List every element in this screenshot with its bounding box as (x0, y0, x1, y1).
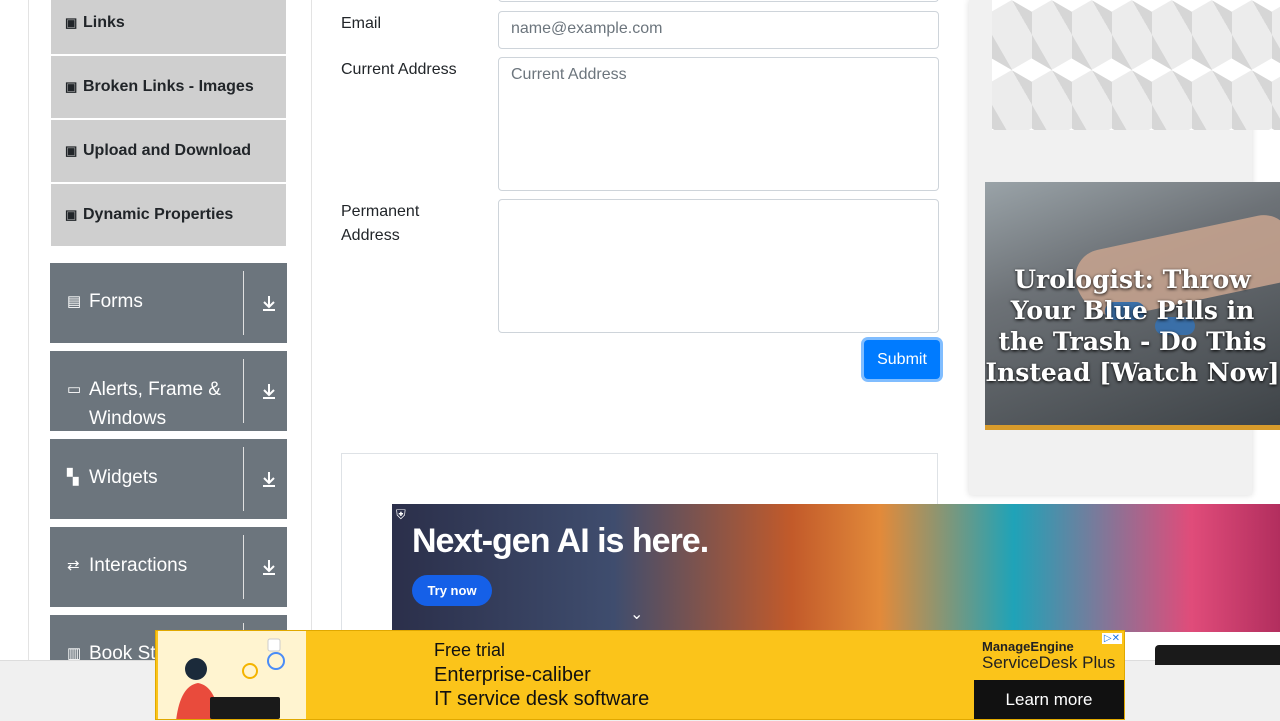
group-divider (243, 271, 244, 335)
permanent-address-field[interactable] (498, 199, 939, 333)
sidebar-item-label: Upload and Download (83, 142, 251, 159)
ai-ad-banner[interactable]: ⛨ Next-gen AI is here. Try now ⌄ (392, 504, 1280, 632)
email-field[interactable]: name@example.com (498, 11, 939, 49)
html5-icon: ▣ (65, 15, 78, 30)
sd-line1: Enterprise-caliber (434, 664, 591, 686)
html5-icon: ▣ (65, 79, 78, 94)
ad-close-icon[interactable]: ▷✕ (1101, 633, 1122, 644)
html5-icon: ▣ (65, 143, 78, 158)
servicedesk-ad[interactable]: Free trial Enterprise-caliber IT service… (155, 630, 1125, 720)
dark-widget[interactable] (1155, 645, 1280, 665)
free-trial-text: Free trial (434, 640, 506, 660)
group-label: Forms (89, 291, 143, 312)
interactions-icon: ⇄ (67, 557, 80, 574)
download-arrow-icon[interactable] (259, 557, 279, 577)
brand-name: ServiceDesk Plus (982, 653, 1116, 672)
sidebar-item-broken-links[interactable]: ▣ Broken Links - Images (51, 56, 286, 118)
sidebar-group-interactions[interactable]: ⇄ Interactions (50, 527, 287, 607)
pattern-ad[interactable] (992, 0, 1280, 130)
brand-top: ManageEngine (982, 639, 1074, 654)
ad-accent-bar (985, 425, 1280, 430)
download-arrow-icon[interactable] (259, 381, 279, 401)
illustration-image (158, 631, 306, 719)
sidebar-item-label: Dynamic Properties (83, 206, 234, 223)
learn-more-button[interactable]: Learn more (974, 680, 1124, 719)
sidebar-group-alerts[interactable]: ▭ Alerts, Frame & Windows (50, 351, 287, 431)
sidebar-item-upload-download[interactable]: ▣ Upload and Download (51, 120, 286, 182)
person-laptop-icon (176, 638, 285, 719)
download-arrow-icon[interactable] (259, 469, 279, 489)
group-label: Alerts, Frame & Windows (89, 379, 221, 429)
group-divider (243, 359, 244, 423)
widgets-icon: ▚ (67, 469, 79, 486)
sidebar-group-forms[interactable]: ▤ Forms (50, 263, 287, 343)
sd-line2: IT service desk software (434, 688, 650, 710)
window-icon: ▭ (67, 381, 82, 398)
permanent-address-label: Permanent Address (341, 203, 420, 244)
book-icon: ▥ (67, 645, 82, 660)
form-icon: ▤ (67, 293, 82, 310)
sidebar-item-label: Links (83, 14, 125, 31)
group-label: Widgets (89, 467, 158, 488)
urologist-ad-text: Urologist: Throw Your Blue Pills in the … (985, 265, 1280, 387)
group-divider (243, 447, 244, 511)
current-address-field[interactable]: Current Address (498, 57, 939, 191)
name-field-bottom[interactable] (498, 0, 939, 2)
urologist-ad[interactable]: Urologist: Throw Your Blue Pills in the … (985, 182, 1280, 430)
shield-icon: ⛨ (396, 507, 406, 522)
email-label: Email (341, 15, 382, 32)
chevron-down-icon[interactable]: ⌄ (630, 604, 643, 624)
group-label: Interactions (89, 555, 188, 576)
sidebar-item-dynamic-properties[interactable]: ▣ Dynamic Properties (51, 184, 286, 246)
sidebar-item-label: Broken Links - Images (83, 78, 254, 95)
group-divider (243, 535, 244, 599)
html5-icon: ▣ (65, 207, 78, 222)
try-now-button[interactable]: Try now (412, 575, 492, 606)
ai-ad-headline: Next-gen AI is here. (412, 522, 709, 560)
sidebar-group-widgets[interactable]: ▚ Widgets (50, 439, 287, 519)
sidebar-item-links[interactable]: ▣ Links (51, 0, 286, 54)
current-address-label: Current Address (341, 61, 457, 78)
submit-button[interactable]: Submit (864, 340, 940, 379)
download-arrow-icon[interactable] (259, 293, 279, 313)
